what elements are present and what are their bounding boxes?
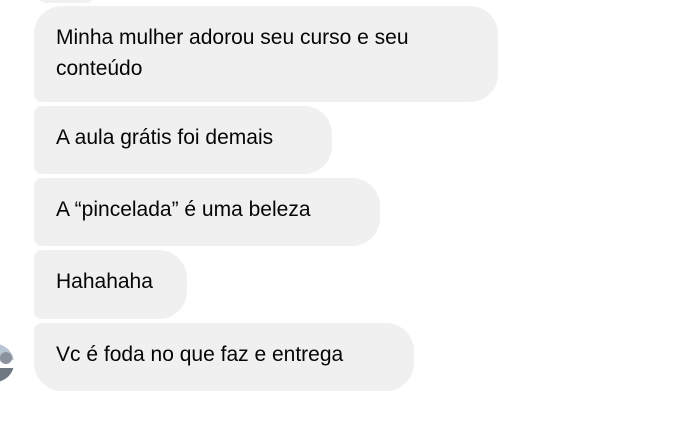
message-bubble[interactable]: Vc é foda no que faz e entrega [34,323,414,391]
message-bubble[interactable]: A aula grátis foi demais [34,106,332,174]
chat-thread: Minha mulher adorou seu curso e seu cont… [0,0,678,422]
message-bubble[interactable]: A “pincelada” é uma beleza [34,178,380,246]
message-text: Minha mulher adorou seu curso e seu cont… [56,26,409,80]
avatar-image [0,344,14,382]
message-text: A “pincelada” é uma beleza [56,198,311,221]
message-text: Vc é foda no que faz e entrega [56,343,344,366]
message-text: A aula grátis foi demais [56,126,274,149]
message-text: Hahahaha [56,270,153,293]
previous-message-bubble-edge [36,0,96,3]
sender-avatar-icon[interactable] [0,344,14,382]
message-bubble[interactable]: Minha mulher adorou seu curso e seu cont… [34,6,498,102]
message-bubble[interactable]: Hahahaha [34,250,187,319]
